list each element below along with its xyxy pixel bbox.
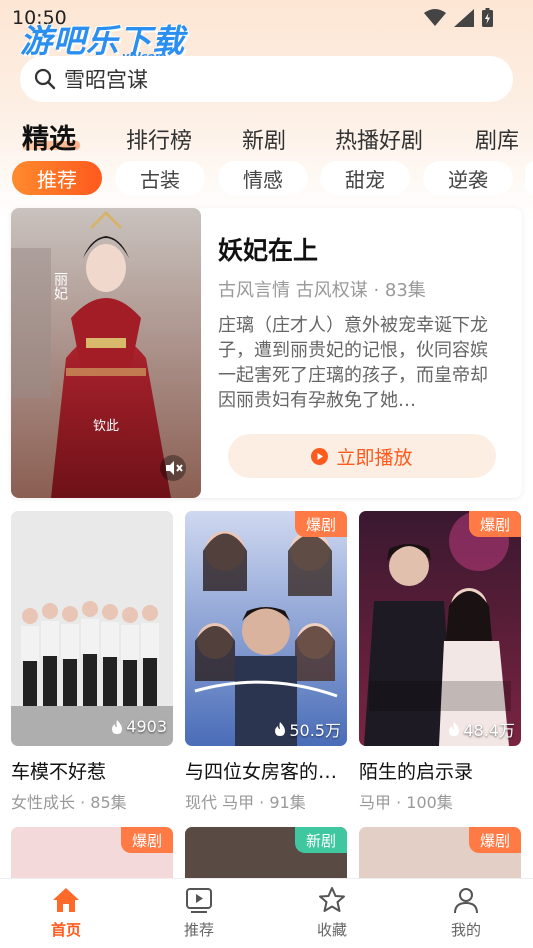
nav-home-label: 首页 [50,921,81,939]
nav-home[interactable]: 首页 [26,885,106,940]
poster-caption-decree: 钦此 [93,419,120,434]
nav-recommend[interactable]: 推荐 [159,885,239,940]
bottom-nav: 首页 推荐 收藏 我的 [0,878,533,948]
play-icon [311,447,329,465]
status-icons [424,8,493,27]
hot-badge: 爆剧 [295,511,347,537]
signal-icon [454,8,474,27]
fire-icon [449,722,460,736]
play-now-label: 立即播放 [336,446,413,469]
user-icon [454,888,478,914]
drama-poster-image [11,511,173,746]
tab-hot[interactable]: 热播好剧 [335,123,423,155]
nav-favorites[interactable]: 收藏 [292,885,372,940]
view-count-value: 50.5万 [289,721,341,740]
category-chips: 推荐 古装 情感 甜宠 逆袭 [0,161,533,197]
chip-recommend[interactable]: 推荐 [12,161,102,195]
home-icon [53,888,79,912]
view-count-value: 4903 [126,717,167,736]
fire-icon [275,722,286,736]
drama-poster-image [185,511,347,746]
play-now-button[interactable]: 立即播放 [228,434,496,478]
search-query: 雪昭宫谋 [64,68,148,92]
featured-title: 妖妃在上 [218,236,319,265]
nav-favorites-label: 收藏 [316,921,347,939]
chip-sweet[interactable]: 甜宠 [320,161,410,195]
view-count-value: 48.4万 [463,721,515,740]
view-count: 4903 [111,717,167,736]
drama-poster: 爆剧 [185,511,347,746]
drama-title: 与四位女房客的同居生活 [185,761,350,783]
search-icon [34,68,56,90]
hot-badge: 爆剧 [469,511,521,537]
featured-description: 庄璃（庄才人）意外被宠幸诞下龙子，遭到丽贵妃的记恨，伙同容嫔一起害死了庄璃的孩子… [218,315,488,411]
drama-poster-image [359,511,521,746]
chip-costume[interactable]: 古装 [115,161,205,195]
tab-new[interactable]: 新剧 [242,123,286,155]
drama-title: 陌生的启示录 [359,761,474,783]
search-bar[interactable]: 雪昭宫谋 [20,56,513,102]
battery-icon [482,8,493,27]
nav-recommend-label: 推荐 [183,921,214,939]
top-tabs: 精选 排行榜 新剧 热播好剧 剧库 [0,115,533,161]
view-count: 48.4万 [448,717,515,741]
poster-caption-name: 丽妃 [52,272,68,300]
wifi-icon [424,8,446,26]
drama-poster: 爆剧 [359,511,521,746]
featured-tags: 古风言情 古风权谋 · 83集 [218,280,426,301]
drama-meta: 马甲 · 100集 [359,793,453,812]
mute-icon[interactable] [160,455,186,481]
tab-library[interactable]: 剧库 [475,123,519,155]
nav-profile[interactable]: 我的 [426,885,506,940]
chip-emotion[interactable]: 情感 [218,161,308,195]
tab-featured[interactable]: 精选 [22,117,76,156]
chip-more[interactable] [525,161,533,195]
drama-meta: 女性成长 · 85集 [11,793,127,812]
hot-badge: 爆剧 [469,827,521,853]
drama-poster [11,511,173,746]
video-icon [186,888,212,913]
drama-meta: 现代 马甲 · 91集 [185,793,306,812]
view-count: 50.5万 [274,717,341,741]
hot-badge: 爆剧 [121,827,173,853]
star-icon [319,887,345,912]
drama-title: 车模不好惹 [11,761,107,783]
new-badge: 新剧 [295,827,347,853]
fire-icon [112,719,123,734]
chip-comeback[interactable]: 逆袭 [423,161,513,195]
tab-ranking[interactable]: 排行榜 [126,123,192,155]
nav-profile-label: 我的 [450,921,481,939]
